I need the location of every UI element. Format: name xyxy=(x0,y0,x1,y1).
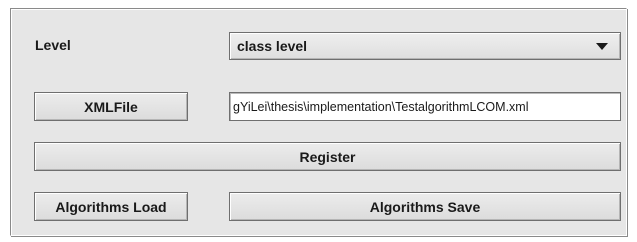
level-dropdown[interactable]: class level xyxy=(229,32,621,60)
register-button[interactable]: Register xyxy=(34,142,621,171)
algorithms-load-button[interactable]: Algorithms Load xyxy=(34,192,188,221)
level-dropdown-value: class level xyxy=(237,38,308,54)
algorithms-save-button[interactable]: Algorithms Save xyxy=(229,192,621,221)
xmlfile-path-field[interactable]: gYiLei\thesis\implementation\Testalgorit… xyxy=(229,92,621,121)
xmlfile-button[interactable]: XMLFile xyxy=(34,92,188,121)
window: Level class level XMLFile gYiLei\thesis\… xyxy=(0,0,637,242)
settings-panel: Level class level XMLFile gYiLei\thesis\… xyxy=(10,8,627,236)
level-label: Level xyxy=(35,37,71,53)
chevron-down-icon[interactable] xyxy=(596,43,608,50)
